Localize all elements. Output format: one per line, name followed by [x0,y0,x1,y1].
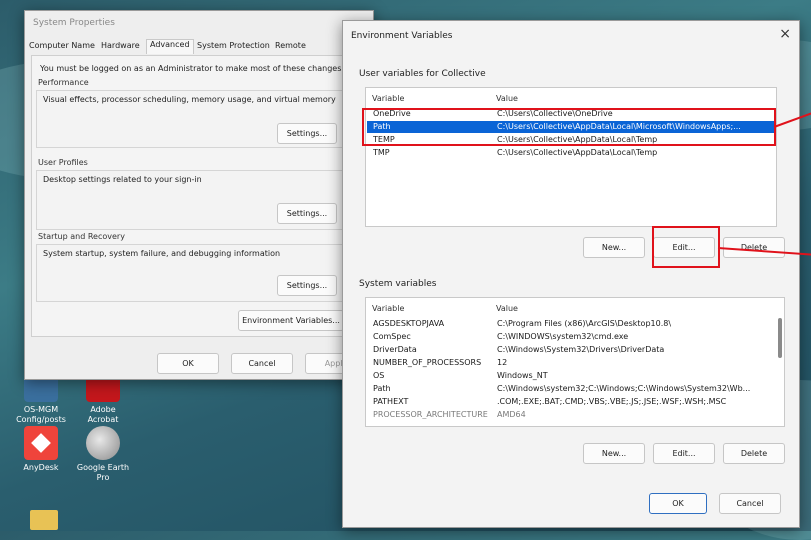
variable-name: Path [373,384,391,393]
performance-group: Visual effects, processor scheduling, me… [36,90,350,148]
user-profiles-label: User Profiles [38,158,88,167]
desktop-icon-label: AnyDesk [23,463,59,472]
variable-value: C:\Windows\system32;C:\Windows;C:\Window… [497,384,751,393]
variable-name: TMP [373,148,390,157]
system-variable-row[interactable]: Path C:\Windows\system32;C:\Windows;C:\Wi… [367,383,774,395]
performance-settings-button[interactable]: Settings... [277,123,337,144]
google-earth-icon [86,426,120,460]
user-profiles-settings-button[interactable]: Settings... [277,203,337,224]
variable-value: 12 [497,358,508,367]
variable-value: .COM;.EXE;.BAT;.CMD;.VBS;.VBE;.JS;.JSE;.… [497,397,727,406]
variable-value: C:\Program Files (x86)\ArcGIS\Desktop10.… [497,319,672,328]
tab-remote[interactable]: Remote [275,41,306,50]
startup-recovery-text: System startup, system failure, and debu… [43,249,281,258]
user-profiles-text: Desktop settings related to your sign-in [43,175,202,184]
user-variables-header: Variable Value [366,88,776,106]
desktop-icon-label: OS-MGM Config/posts [16,405,66,424]
admin-note: You must be logged on as an Administrato… [40,64,344,73]
variable-value: C:\Windows\System32\Drivers\DriverData [497,345,665,354]
system-properties-cancel-button[interactable]: Cancel [231,353,293,374]
tab-panel: You must be logged on as an Administrato… [31,55,355,337]
environment-variables-window: Environment Variables × User variables f… [342,20,800,528]
close-icon[interactable]: × [779,26,791,42]
startup-recovery-label: Startup and Recovery [38,232,125,241]
environment-variables-button[interactable]: Environment Variables... [238,310,344,331]
system-delete-button[interactable]: Delete [723,443,785,464]
scrollbar[interactable] [778,318,782,358]
desktop-icon-label: Google Earth Pro [76,463,130,482]
performance-text: Visual effects, processor scheduling, me… [43,95,336,104]
tab-computer-name[interactable]: Computer Name [29,41,95,50]
variable-value: C:\WINDOWS\system32\cmd.exe [497,332,629,341]
desktop-icon-anydesk[interactable]: AnyDesk [10,426,72,473]
system-variables-header: Variable Value [366,298,784,316]
desktop-icon-label: Adobe Acrobat [87,405,119,424]
system-variable-row[interactable]: NUMBER_OF_PROCESSORS 12 [367,357,774,369]
edit-button-highlight [652,226,720,268]
anydesk-icon [24,426,58,460]
column-header-value[interactable]: Value [496,94,518,103]
variable-value: AMD64 [497,410,526,419]
system-variable-row[interactable]: OS Windows_NT [367,370,774,382]
system-properties-window: System Properties Computer Name Hardware… [24,10,374,380]
system-variable-row[interactable]: DriverData C:\Windows\System32\Drivers\Dr… [367,344,774,356]
tab-advanced[interactable]: Advanced [146,39,194,54]
folder-icon[interactable] [30,510,58,530]
env-vars-cancel-button[interactable]: Cancel [719,493,781,514]
tab-hardware[interactable]: Hardware [101,41,140,50]
system-variables-heading: System variables [359,279,437,289]
variable-value: Windows_NT [497,371,548,380]
system-new-button[interactable]: New... [583,443,645,464]
system-variable-row[interactable]: AGSDESKTOPJAVA C:\Program Files (x86)\Arc… [367,318,774,330]
column-header-variable[interactable]: Variable [372,304,404,313]
variable-name: NUMBER_OF_PROCESSORS [373,358,482,367]
system-variable-row[interactable]: PROCESSOR_ARCHITECTURE AMD64 [367,409,774,421]
system-properties-title: System Properties [33,18,115,28]
user-profiles-group: Desktop settings related to your sign-in… [36,170,350,230]
variable-name: OS [373,371,385,380]
user-variables-heading: User variables for Collective [359,69,486,79]
variable-value: C:\Users\Collective\AppData\Local\Temp [497,148,658,157]
tab-bar: Computer Name Hardware Advanced System P… [29,39,359,55]
system-variables-table[interactable]: Variable Value AGSDESKTOPJAVA C:\Program … [365,297,785,427]
variable-name: DriverData [373,345,417,354]
env-vars-ok-button[interactable]: OK [649,493,707,514]
variable-name: PROCESSOR_ARCHITECTURE [373,410,488,419]
env-vars-title: Environment Variables [351,31,453,41]
desktop-icon-google-earth[interactable]: Google Earth Pro [72,426,134,483]
variable-name: PATHEXT [373,397,409,406]
user-new-button[interactable]: New... [583,237,645,258]
startup-recovery-settings-button[interactable]: Settings... [277,275,337,296]
system-properties-ok-button[interactable]: OK [157,353,219,374]
column-header-variable[interactable]: Variable [372,94,404,103]
system-edit-button[interactable]: Edit... [653,443,715,464]
tab-system-protection[interactable]: System Protection [197,41,270,50]
variable-name: ComSpec [373,332,411,341]
path-row-highlight [362,108,776,146]
startup-recovery-group: System startup, system failure, and debu… [36,244,350,302]
variable-name: AGSDESKTOPJAVA [373,319,445,328]
system-variable-row[interactable]: ComSpec C:\WINDOWS\system32\cmd.exe [367,331,774,343]
performance-label: Performance [38,78,89,87]
column-header-value[interactable]: Value [496,304,518,313]
user-variable-row[interactable]: TMP C:\Users\Collective\AppData\Local\Te… [367,147,775,159]
system-variable-row[interactable]: PATHEXT .COM;.EXE;.BAT;.CMD;.VBS;.VBE;.JS… [367,396,774,408]
